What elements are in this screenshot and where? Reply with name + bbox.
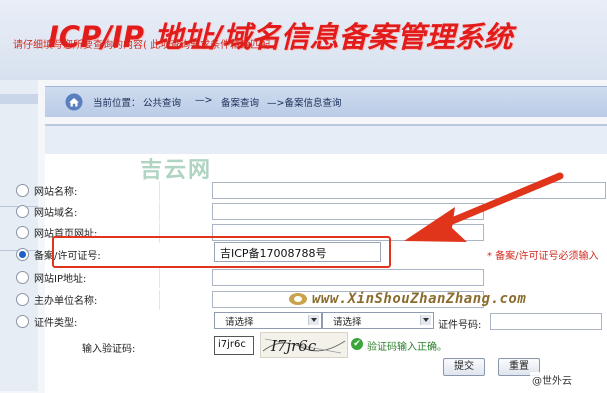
social-watermark: @世外云 bbox=[530, 372, 574, 387]
red-arrow-annotation bbox=[404, 172, 564, 242]
